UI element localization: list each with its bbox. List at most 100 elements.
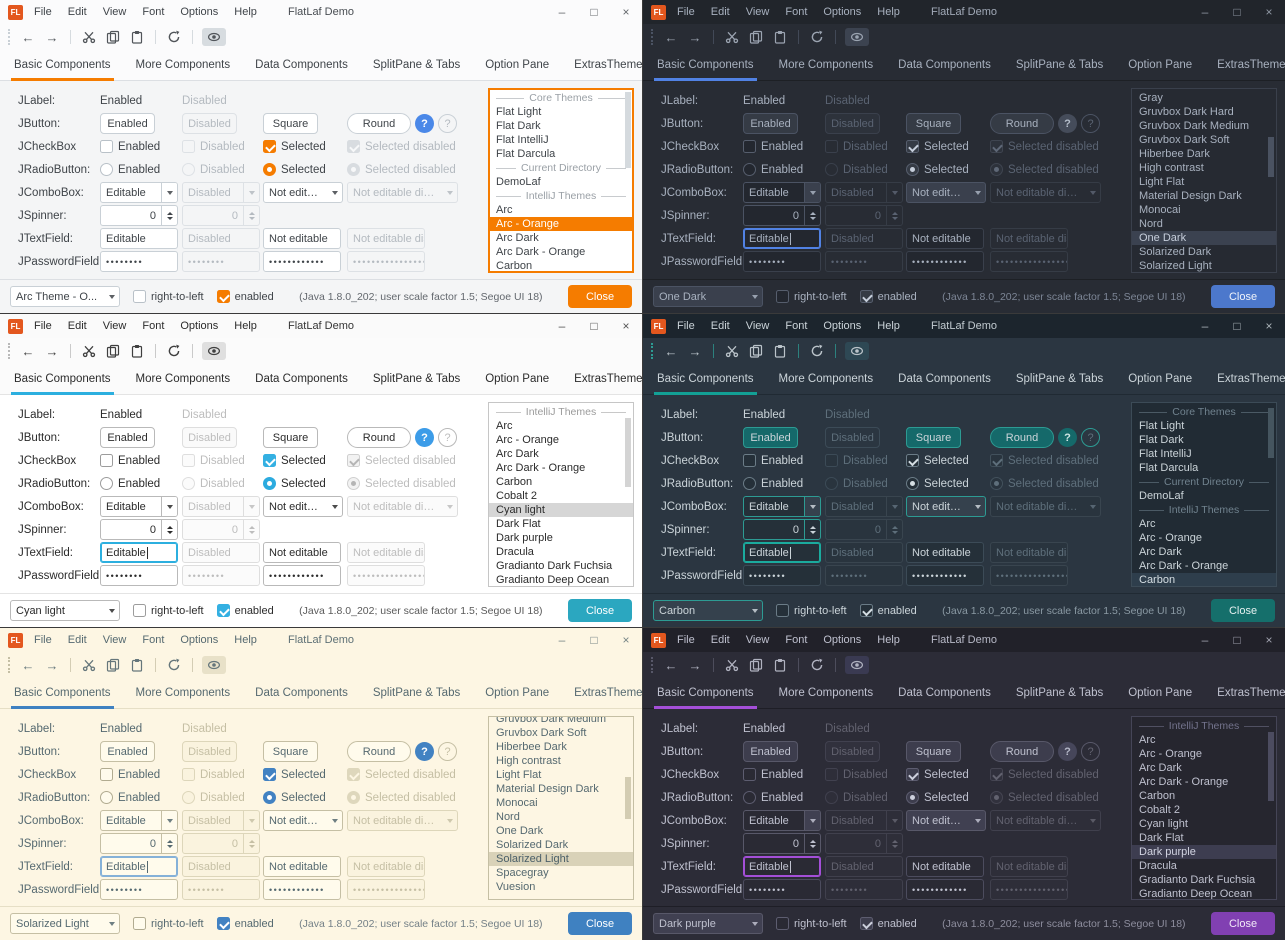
combobox-editable[interactable]: Editable: [100, 182, 178, 203]
themes-list-item[interactable]: Dark Flat: [489, 517, 633, 531]
menu-item-font[interactable]: Font: [142, 634, 164, 646]
menu-item-view[interactable]: View: [746, 634, 770, 646]
themes-list-item[interactable]: High contrast: [1132, 161, 1276, 175]
radio-selected[interactable]: Selected: [906, 791, 969, 804]
eye-toggle-icon[interactable]: [202, 28, 226, 46]
tab-option-pane[interactable]: Option Pane: [485, 678, 549, 708]
rtl-checkbox[interactable]: right-to-left: [133, 290, 204, 303]
spinner-arrows-icon[interactable]: [161, 834, 177, 853]
tab-option-pane[interactable]: Option Pane: [1128, 364, 1192, 394]
themes-list[interactable]: Gruvbox Dark MediumGruvbox Dark SoftHibe…: [488, 716, 634, 900]
help-button-filled[interactable]: ?: [415, 114, 434, 133]
passwordfield-noneditable[interactable]: ••••••••••••: [906, 251, 984, 272]
combobox-editable[interactable]: Editable: [100, 810, 178, 831]
themes-list-item[interactable]: Solarized Light: [1132, 259, 1276, 273]
close-button[interactable]: Close: [1211, 285, 1275, 308]
jbutton-round[interactable]: Round: [347, 741, 411, 762]
jbutton-square[interactable]: Square: [263, 427, 318, 448]
themes-list-item[interactable]: Gruvbox Dark Medium: [489, 716, 633, 726]
cut-scissors-icon[interactable]: [80, 342, 98, 360]
jbutton-enabled[interactable]: Enabled: [100, 427, 155, 448]
combobox-editable[interactable]: Editable: [743, 182, 821, 203]
passwordfield-noneditable[interactable]: ••••••••••••: [263, 251, 341, 272]
menu-item-edit[interactable]: Edit: [711, 634, 730, 646]
themes-list-item[interactable]: Arc Dark: [1132, 761, 1276, 775]
textfield-editable[interactable]: Editable: [743, 228, 821, 249]
tab-extras[interactable]: Extras: [1217, 50, 1250, 80]
menu-item-file[interactable]: File: [34, 634, 52, 646]
paste-clipboard-icon[interactable]: [128, 28, 146, 46]
passwordfield-enabled[interactable]: ••••••••: [100, 565, 178, 586]
forward-arrow-icon[interactable]: →: [43, 28, 61, 46]
toolbar-grip-icon[interactable]: [651, 29, 653, 45]
textfield-noneditable[interactable]: Not editable: [263, 856, 341, 877]
textfield-editable[interactable]: Editable: [100, 228, 178, 249]
menu-item-help[interactable]: Help: [234, 6, 257, 18]
radio-selected[interactable]: Selected: [263, 791, 326, 804]
menu-item-view[interactable]: View: [746, 320, 770, 332]
eye-toggle-icon[interactable]: [202, 342, 226, 360]
checkbox-enabled[interactable]: Enabled: [743, 140, 803, 153]
copy-icon[interactable]: [104, 656, 122, 674]
themes-list[interactable]: IntelliJ ThemesArcArc - OrangeArc DarkAr…: [1131, 716, 1277, 900]
themes-list-item-selected[interactable]: Carbon: [1132, 573, 1276, 587]
spinner-enabled[interactable]: 0: [743, 833, 821, 854]
menu-item-font[interactable]: Font: [142, 320, 164, 332]
radio-enabled[interactable]: Enabled: [743, 477, 803, 490]
themes-list-item[interactable]: Arc: [1132, 517, 1276, 531]
themes-list-item[interactable]: Flat Dark: [1132, 433, 1276, 447]
combobox-noneditable[interactable]: Not editable: [906, 182, 986, 203]
close-window-button[interactable]: ×: [620, 628, 632, 652]
textfield-editable[interactable]: Editable: [100, 856, 178, 877]
rtl-checkbox[interactable]: right-to-left: [133, 917, 204, 930]
radio-enabled[interactable]: Enabled: [100, 163, 160, 176]
themes-list-scrollbar-thumb[interactable]: [625, 92, 631, 168]
checkbox-enabled[interactable]: Enabled: [743, 454, 803, 467]
refresh-icon[interactable]: [165, 656, 183, 674]
theme-combo[interactable]: Carbon: [653, 600, 763, 621]
toolbar-grip-icon[interactable]: [8, 343, 10, 359]
themes-list-item[interactable]: Gradianto Deep Ocean: [1132, 887, 1276, 900]
themes-list-item-selected[interactable]: Cyan light: [489, 503, 633, 517]
themes-list-item[interactable]: Arc: [489, 419, 633, 433]
themes-list-item[interactable]: Spacegray: [489, 866, 633, 880]
toolbar-grip-icon[interactable]: [651, 657, 653, 673]
close-button[interactable]: Close: [568, 599, 632, 622]
themes-list-item[interactable]: Carbon: [489, 259, 633, 273]
checkbox-enabled[interactable]: Enabled: [100, 140, 160, 153]
refresh-icon[interactable]: [808, 656, 826, 674]
themes-list-item[interactable]: Dark purple: [489, 531, 633, 545]
minimize-button[interactable]: –: [1199, 628, 1211, 652]
jbutton-square[interactable]: Square: [906, 427, 961, 448]
passwordfield-enabled[interactable]: ••••••••: [743, 565, 821, 586]
radio-selected[interactable]: Selected: [906, 163, 969, 176]
menu-item-edit[interactable]: Edit: [68, 320, 87, 332]
themes-list-item[interactable]: Arc: [489, 203, 633, 217]
back-arrow-icon[interactable]: ←: [662, 342, 680, 360]
tab-splitpane-tabs[interactable]: SplitPane & Tabs: [1016, 50, 1103, 80]
cut-scissors-icon[interactable]: [723, 342, 741, 360]
help-button-outline[interactable]: ?: [1081, 742, 1100, 761]
menu-item-file[interactable]: File: [677, 320, 695, 332]
checkbox-enabled[interactable]: Enabled: [100, 454, 160, 467]
checkbox-selected[interactable]: Selected: [906, 140, 969, 153]
textfield-editable[interactable]: Editable: [100, 542, 178, 563]
spinner-arrows-icon[interactable]: [161, 206, 177, 225]
eye-toggle-icon[interactable]: [845, 656, 869, 674]
themes-list-item[interactable]: Arc - Orange: [489, 433, 633, 447]
menu-item-font[interactable]: Font: [142, 6, 164, 18]
close-window-button[interactable]: ×: [620, 314, 632, 338]
menu-item-view[interactable]: View: [746, 6, 770, 18]
enabled-checkbox[interactable]: enabled: [217, 604, 274, 617]
themes-list-item[interactable]: One Dark: [489, 824, 633, 838]
passwordfield-noneditable[interactable]: ••••••••••••: [906, 565, 984, 586]
themes-list-item[interactable]: Solarized Dark: [1132, 245, 1276, 259]
refresh-icon[interactable]: [808, 28, 826, 46]
paste-clipboard-icon[interactable]: [771, 28, 789, 46]
themes-list-item-selected[interactable]: Arc - Orange: [489, 217, 633, 231]
eye-toggle-icon[interactable]: [845, 28, 869, 46]
combobox-editable[interactable]: Editable: [743, 496, 821, 517]
menu-item-edit[interactable]: Edit: [68, 634, 87, 646]
themes-list-item[interactable]: Monocai: [1132, 203, 1276, 217]
tab-basic-components[interactable]: Basic Components: [657, 364, 754, 394]
